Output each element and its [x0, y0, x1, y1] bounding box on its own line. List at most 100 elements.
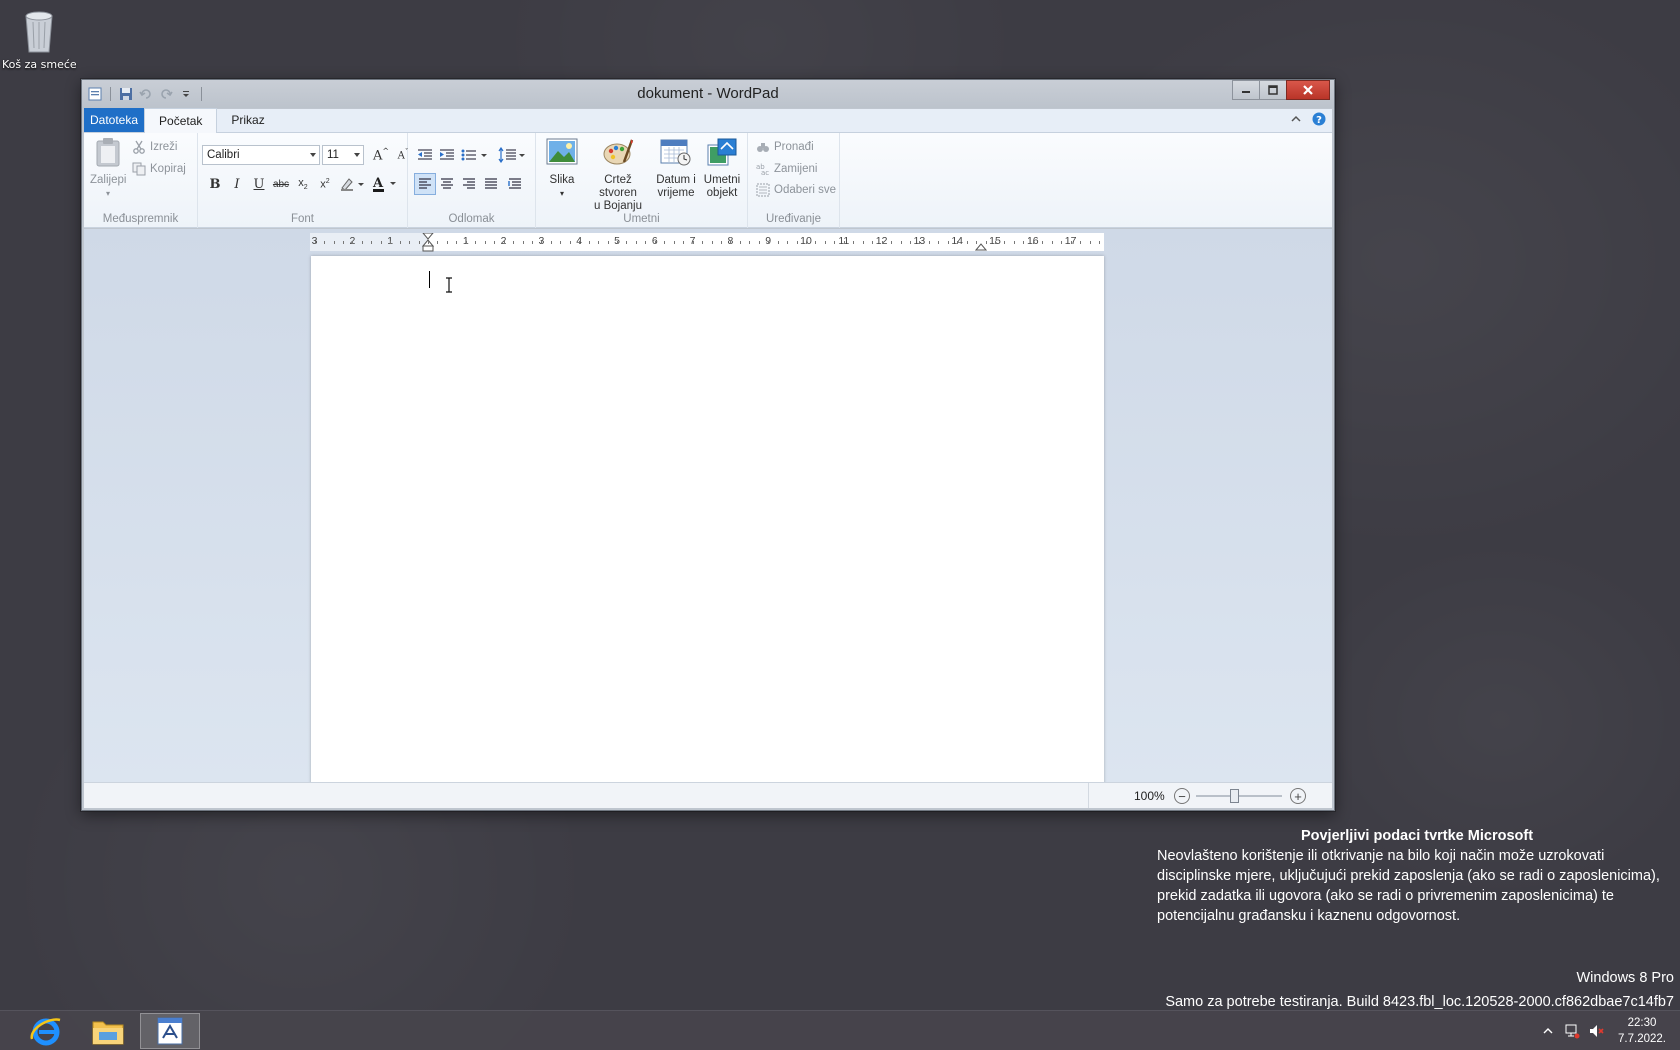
zoom-slider-track[interactable] [1196, 795, 1282, 797]
ruler-tick [806, 241, 807, 244]
decrease-indent-button[interactable] [414, 144, 436, 166]
ruler-tick [399, 241, 401, 244]
picture-icon [542, 137, 582, 171]
ribbon-tabs: Datoteka Početak Prikaz ? [84, 108, 1332, 133]
taskbar-file-explorer[interactable] [78, 1013, 138, 1049]
show-hidden-icons-button[interactable] [1536, 1011, 1560, 1050]
replace-button[interactable]: ab ac Zamijeni [756, 162, 817, 176]
paragraph-settings-button[interactable] [504, 173, 526, 195]
superscript-button[interactable]: x2 [314, 173, 336, 195]
align-center-button[interactable] [436, 173, 458, 195]
recycle-bin-icon [20, 6, 58, 56]
close-icon [1303, 85, 1313, 95]
tab-file[interactable]: Datoteka [84, 108, 145, 132]
increase-indent-button[interactable] [436, 144, 458, 166]
network-status-button[interactable] [1560, 1011, 1584, 1050]
clock-time: 22:30 [1627, 1017, 1657, 1029]
select-all-button[interactable]: Odaberi sve [756, 183, 836, 197]
ribbon-right-controls: ? [1290, 108, 1332, 132]
copy-button[interactable]: Kopiraj [132, 162, 186, 176]
ruler-tick [730, 241, 732, 244]
editing-group: Pronađi ab ac Zamijeni Odaberi sve Uređiv… [748, 133, 840, 228]
taskbar-clock[interactable]: 22:30 7.7.2022. [1608, 1015, 1680, 1047]
picture-button[interactable]: Slika ▾ [542, 137, 582, 200]
customize-qat-icon[interactable] [177, 85, 195, 103]
ruler-tick [985, 241, 987, 244]
maximize-button[interactable] [1259, 80, 1287, 100]
ruler-tick [342, 241, 344, 244]
ruler-tick [1098, 241, 1100, 244]
tab-view[interactable]: Prikaz [217, 108, 278, 132]
line-spacing-icon [498, 147, 525, 163]
underline-button[interactable]: U [248, 173, 270, 195]
font-family-combo[interactable]: Calibri [202, 145, 320, 165]
ruler-tick [673, 241, 675, 244]
zoom-slider-thumb[interactable] [1230, 789, 1239, 803]
paint-label-line1: Crtež stvoren [599, 174, 637, 199]
close-button[interactable] [1286, 80, 1330, 100]
line-spacing-button[interactable] [496, 144, 530, 166]
date-time-button[interactable]: Datum i vrijeme [654, 137, 698, 200]
ruler-tick [777, 241, 779, 244]
wordpad-window: dokument - WordPad Datoteka Početak Prik… [81, 79, 1335, 811]
ruler-tick [598, 241, 600, 244]
ruler-tick [588, 241, 590, 244]
cut-button[interactable]: Izreži [132, 140, 177, 154]
volume-button[interactable] [1584, 1011, 1608, 1050]
paste-icon [90, 137, 126, 171]
bullets-button[interactable] [458, 144, 492, 166]
strikethrough-icon: abc [272, 178, 290, 190]
ruler-tick [881, 241, 883, 244]
ruler-tick [607, 241, 609, 244]
align-left-button[interactable] [414, 173, 436, 195]
bold-button[interactable]: B [204, 173, 226, 195]
zoom-out-button[interactable]: − [1174, 788, 1190, 804]
align-right-button[interactable] [458, 173, 480, 195]
font-color-button[interactable]: A [370, 173, 400, 195]
title-bar[interactable]: dokument - WordPad [82, 80, 1334, 108]
zoom-in-button[interactable]: + [1290, 788, 1306, 804]
insert-object-button[interactable]: Umetni objekt [700, 137, 744, 200]
highlight-button[interactable] [338, 173, 368, 195]
paragraph-group-label: Odlomak [448, 213, 495, 225]
taskbar-internet-explorer[interactable] [16, 1013, 76, 1049]
italic-button[interactable]: I [226, 173, 248, 195]
ruler-tick [900, 241, 902, 244]
save-icon[interactable] [117, 85, 135, 103]
paste-button[interactable]: Zalijepi ▾ [90, 137, 126, 200]
ruler-tick [966, 241, 968, 244]
font-size-combo[interactable]: 11 [322, 145, 364, 165]
undo-icon[interactable] [137, 85, 155, 103]
paragraph-group: Odlomak [408, 133, 536, 228]
strikethrough-button[interactable]: abc [270, 173, 292, 195]
document-page[interactable] [311, 256, 1104, 784]
horizontal-ruler[interactable]: 3211234567891011121314151617 [310, 233, 1104, 252]
help-icon[interactable]: ? [1312, 112, 1326, 129]
subscript-icon: x2 [298, 176, 308, 192]
minimize-button[interactable] [1232, 80, 1260, 100]
taskbar-wordpad[interactable] [140, 1013, 200, 1049]
justify-button[interactable] [480, 173, 502, 195]
ribbon: Zalijepi ▾ Izreži Kopiraj Međuspremnik C… [84, 133, 1332, 228]
find-button[interactable]: Pronađi [756, 140, 814, 154]
insert-group-label: Umetni [623, 213, 660, 225]
ruler-tick [428, 241, 429, 244]
qat-separator [110, 87, 111, 101]
window-controls [1232, 80, 1330, 100]
grow-font-button[interactable]: A^ [370, 144, 392, 166]
paint-drawing-button[interactable]: Crtež stvoren u Bojanju [584, 137, 652, 213]
redo-icon[interactable] [157, 85, 175, 103]
minimize-ribbon-icon[interactable] [1290, 113, 1302, 127]
ruler-tick [853, 241, 855, 244]
recycle-bin-desktop-icon[interactable]: Koš za smeće [2, 6, 77, 71]
ibeam-cursor-icon [446, 277, 452, 293]
ruler-tick [437, 241, 439, 244]
tab-home[interactable]: Početak [144, 108, 218, 133]
ruler-tick [418, 241, 420, 244]
ruler-tick [626, 241, 628, 244]
ruler-tick [947, 241, 949, 244]
ruler-tick [768, 241, 770, 244]
ruler-tick [1032, 241, 1034, 244]
subscript-button[interactable]: x2 [292, 173, 314, 195]
wordpad-app-icon[interactable] [86, 85, 104, 103]
